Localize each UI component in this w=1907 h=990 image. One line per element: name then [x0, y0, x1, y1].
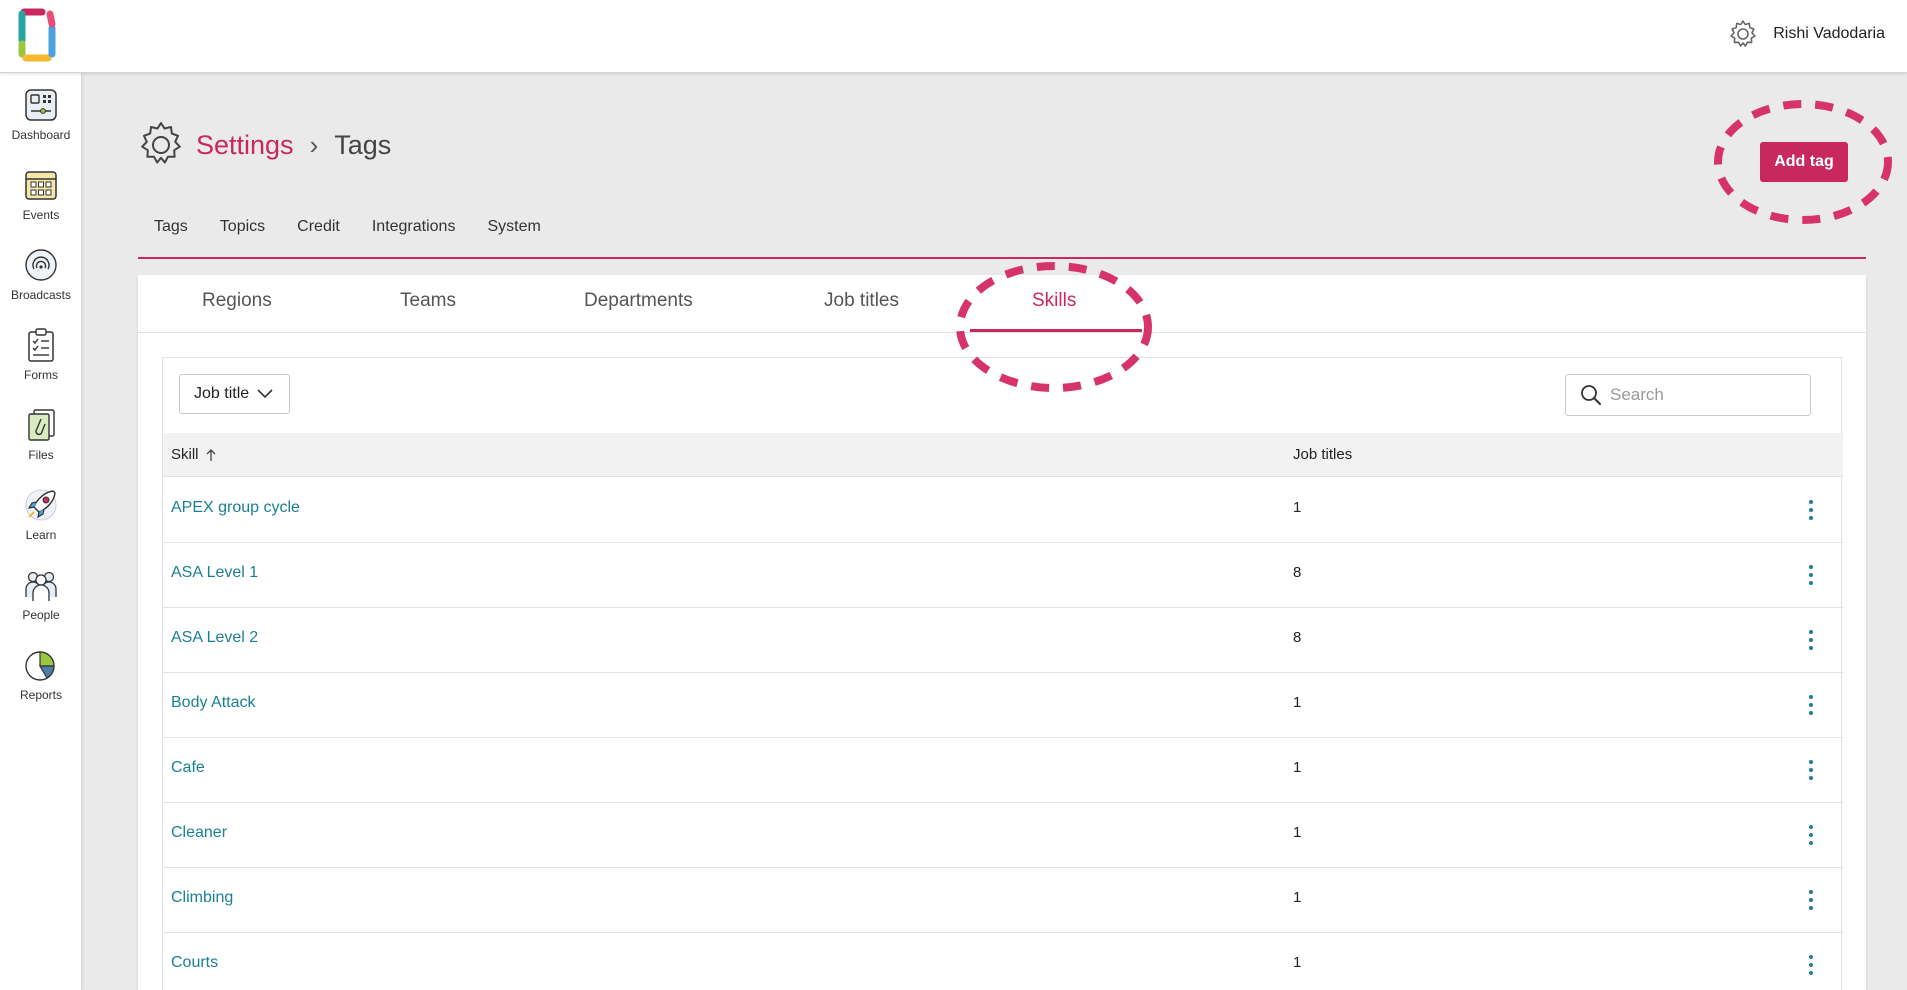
search-input[interactable] [1610, 385, 1800, 405]
sidebar-item-label: Reports [19, 688, 63, 702]
skill-link[interactable]: Courts [171, 954, 218, 972]
more-options-icon[interactable] [1803, 628, 1819, 652]
annotation-circle-add-tag [1714, 100, 1892, 224]
more-options-icon[interactable] [1803, 823, 1819, 847]
skill-link[interactable]: Body Attack [171, 694, 256, 712]
dropdown-label: Job title [194, 385, 250, 402]
breadcrumb-settings-link[interactable]: Settings [196, 130, 294, 161]
table-row: Cafe 1 [163, 738, 1843, 803]
clipboard-icon [28, 328, 54, 362]
table-row: ASA Level 2 8 [163, 608, 1843, 673]
settings-gear-icon[interactable] [1727, 18, 1759, 50]
subtab-job-titles[interactable]: Job titles [824, 290, 899, 312]
job-title-filter-dropdown[interactable]: Job title [179, 374, 290, 414]
tab-integrations[interactable]: Integrations [372, 218, 456, 236]
column-header-skill[interactable]: Skill [171, 446, 217, 463]
sidebar-item-people[interactable]: People [0, 567, 82, 639]
job-titles-count: 8 [1293, 629, 1302, 646]
sidebar-item-events[interactable]: Events [0, 167, 82, 239]
job-titles-count: 8 [1293, 564, 1302, 581]
user-area: Rishi Vadodaria [1727, 18, 1885, 50]
more-options-icon[interactable] [1803, 693, 1819, 717]
search-icon [1581, 385, 1601, 405]
skill-link[interactable]: Cleaner [171, 824, 227, 842]
sidebar-item-dashboard[interactable]: Dashboard [0, 87, 82, 159]
table-row: Body Attack 1 [163, 673, 1843, 738]
pie-chart-icon [25, 651, 55, 681]
skill-link[interactable]: Climbing [171, 889, 233, 907]
people-icon [25, 571, 57, 601]
subtab-departments[interactable]: Departments [584, 290, 693, 312]
sidebar-item-reports[interactable]: Reports [0, 647, 82, 719]
sidebar-item-broadcasts[interactable]: Broadcasts [0, 247, 82, 319]
column-header-label: Skill [171, 446, 199, 463]
sidebar: Dashboard Events Broadcasts Forms Files … [0, 73, 82, 990]
breadcrumb: Settings › Tags [136, 120, 391, 170]
more-options-icon[interactable] [1803, 498, 1819, 522]
chevron-down-icon [257, 389, 273, 399]
skill-link[interactable]: APEX group cycle [171, 499, 300, 517]
page-title: Tags [334, 129, 392, 160]
tab-topics[interactable]: Topics [220, 218, 265, 236]
annotation-circle-skills [956, 262, 1152, 392]
skill-link[interactable]: ASA Level 2 [171, 629, 258, 647]
breadcrumb-separator: › [309, 129, 319, 160]
settings-gear-icon [141, 122, 181, 164]
job-titles-count: 1 [1293, 824, 1302, 841]
job-titles-count: 1 [1293, 759, 1302, 776]
sidebar-item-learn[interactable]: Learn [0, 487, 82, 559]
table-row: Courts 1 [163, 933, 1843, 990]
dashboard-icon [25, 89, 57, 121]
sidebar-item-label: People [22, 608, 60, 622]
sidebar-item-label: Forms [24, 368, 58, 382]
subtab-regions[interactable]: Regions [202, 290, 272, 312]
table-row: Climbing 1 [163, 868, 1843, 933]
user-name[interactable]: Rishi Vadodaria [1773, 25, 1885, 43]
app-logo-icon[interactable] [16, 6, 58, 62]
top-bar: Rishi Vadodaria [0, 0, 1907, 73]
calendar-icon [25, 171, 57, 200]
sort-ascending-icon [206, 448, 215, 461]
search-box[interactable] [1565, 374, 1811, 416]
sidebar-item-label: Dashboard [11, 128, 71, 142]
job-titles-count: 1 [1293, 694, 1302, 711]
job-titles-count: 1 [1293, 499, 1302, 516]
sidebar-item-forms[interactable]: Forms [0, 327, 82, 399]
sidebar-item-files[interactable]: Files [0, 407, 82, 479]
more-options-icon[interactable] [1803, 758, 1819, 782]
skill-link[interactable]: Cafe [171, 759, 205, 777]
table-row: Cleaner 1 [163, 803, 1843, 868]
skill-link[interactable]: ASA Level 1 [171, 564, 258, 582]
settings-tabs: Tags Topics Credit Integrations System [154, 218, 541, 236]
job-titles-count: 1 [1293, 954, 1302, 971]
tab-system[interactable]: System [487, 218, 540, 236]
tab-credit[interactable]: Credit [297, 218, 340, 236]
more-options-icon[interactable] [1803, 888, 1819, 912]
column-header-job-titles[interactable]: Job titles [1293, 446, 1352, 463]
more-options-icon[interactable] [1803, 563, 1819, 587]
broadcast-icon [25, 249, 57, 281]
sidebar-item-label: Broadcasts [10, 288, 72, 302]
sidebar-item-label: Learn [25, 528, 57, 542]
subtab-teams[interactable]: Teams [400, 290, 456, 312]
table-header: Skill Job titles [163, 433, 1843, 477]
table-row: ASA Level 1 8 [163, 543, 1843, 608]
tab-tags[interactable]: Tags [154, 218, 188, 236]
skills-table-panel: Job title Skill Job ti [162, 357, 1843, 990]
sidebar-item-label: Events [22, 208, 60, 222]
sidebar-item-label: Files [28, 448, 54, 462]
files-icon [28, 409, 55, 441]
more-options-icon[interactable] [1803, 953, 1819, 977]
table-row: APEX group cycle 1 [163, 478, 1843, 543]
rocket-icon [25, 489, 57, 521]
job-titles-count: 1 [1293, 889, 1302, 906]
